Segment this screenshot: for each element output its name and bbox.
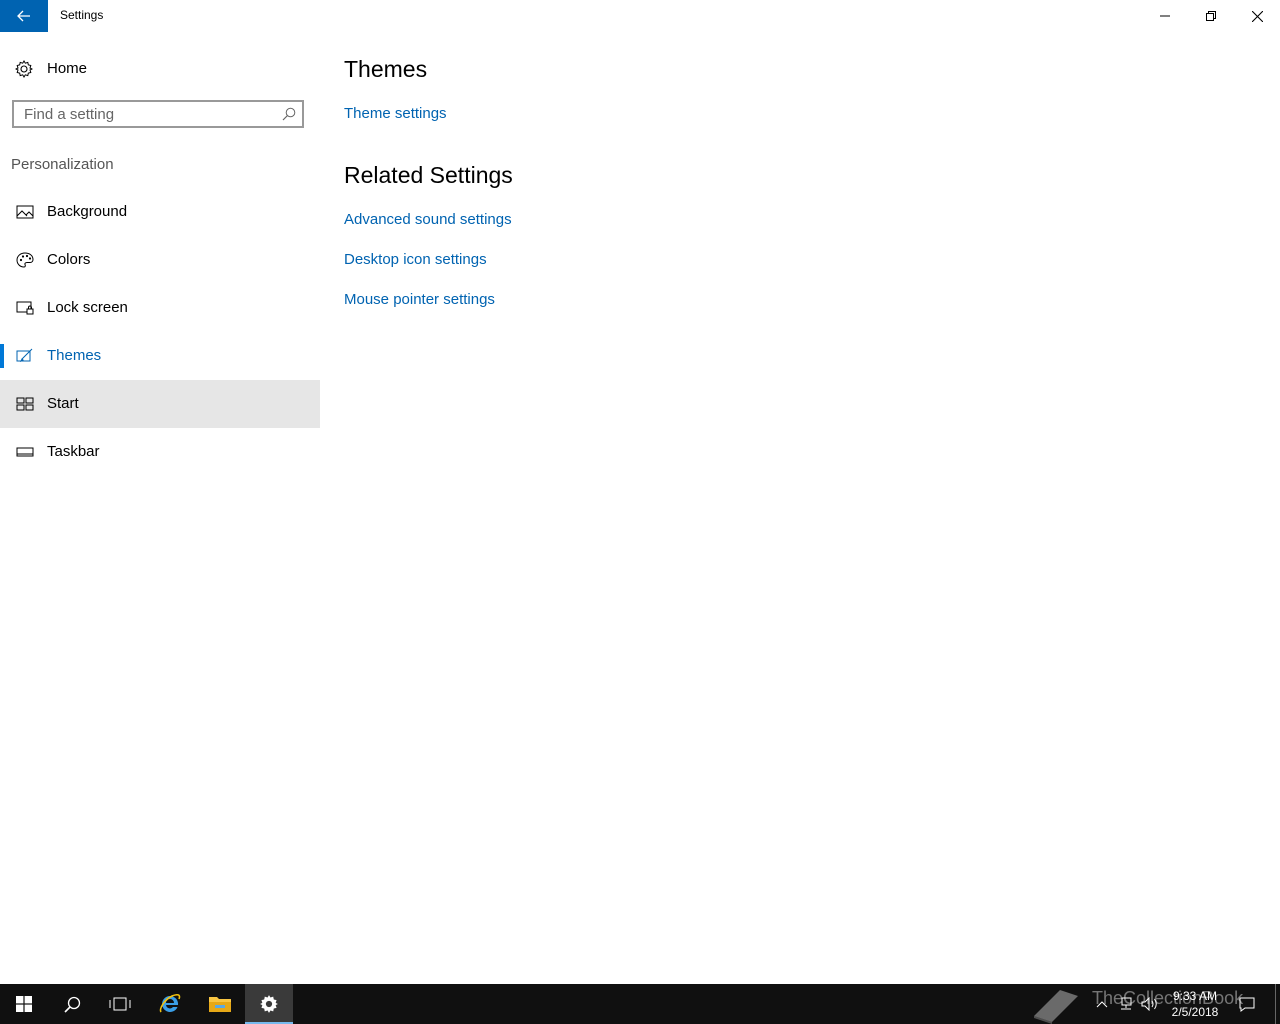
restore-button[interactable]: [1188, 0, 1234, 32]
search-icon: [282, 107, 296, 121]
settings-taskbar-button[interactable]: [245, 984, 293, 1024]
sidebar-item-label: Background: [47, 203, 128, 220]
show-desktop-button[interactable]: [1275, 984, 1276, 1024]
home-nav-item[interactable]: Home: [0, 32, 320, 78]
task-view-icon: [109, 997, 131, 1011]
sidebar-item-background[interactable]: Background: [0, 188, 320, 236]
sidebar-item-lock-screen[interactable]: Lock screen: [0, 284, 320, 332]
restore-icon: [1206, 11, 1216, 21]
close-button[interactable]: [1234, 0, 1280, 32]
back-arrow-icon: [17, 10, 30, 22]
internet-explorer-icon: [159, 993, 181, 1013]
lock-screen-icon: [16, 301, 34, 315]
sidebar-item-colors[interactable]: Colors: [0, 236, 320, 284]
start-tiles-icon: [16, 397, 34, 411]
related-settings-heading: Related Settings: [344, 162, 513, 188]
sidebar: Home Personalization Background Colors L…: [0, 32, 320, 984]
search-icon: [63, 996, 80, 1013]
title-bar: Settings: [0, 0, 1280, 32]
minimize-button[interactable]: [1142, 0, 1188, 32]
start-button[interactable]: [0, 984, 48, 1024]
show-hidden-icons-button[interactable]: [1094, 984, 1110, 1024]
speaker-icon: [1141, 997, 1157, 1011]
brush-icon: [16, 348, 33, 363]
picture-icon: [16, 205, 34, 219]
search-input[interactable]: [14, 102, 284, 126]
back-button[interactable]: [0, 0, 48, 32]
gear-icon: [15, 60, 33, 78]
active-indicator: [0, 344, 4, 368]
sidebar-item-label: Start: [47, 395, 79, 412]
clock-date: 2/5/2018: [1171, 1005, 1219, 1019]
advanced-sound-settings-link[interactable]: Advanced sound settings: [344, 211, 512, 228]
sidebar-item-label: Themes: [47, 347, 102, 364]
home-label: Home: [47, 60, 88, 77]
minimize-icon: [1160, 15, 1170, 17]
window-title: Settings: [60, 8, 104, 22]
sidebar-item-label: Taskbar: [47, 443, 100, 460]
book-watermark-icon: [1034, 990, 1078, 1024]
taskbar-icon: [16, 447, 34, 457]
action-center-button[interactable]: [1236, 984, 1258, 1024]
search-box[interactable]: [12, 100, 304, 128]
task-view-button[interactable]: [96, 984, 144, 1024]
folder-icon: [209, 997, 231, 1012]
volume-button[interactable]: [1140, 984, 1160, 1024]
close-icon: [1251, 10, 1263, 22]
chevron-up-icon: [1096, 1001, 1108, 1008]
sidebar-item-taskbar[interactable]: Taskbar: [0, 428, 320, 476]
palette-icon: [16, 252, 34, 268]
theme-settings-link[interactable]: Theme settings: [344, 105, 447, 122]
sidebar-item-start[interactable]: Start: [0, 380, 320, 428]
sidebar-item-themes[interactable]: Themes: [0, 332, 320, 380]
notification-icon: [1239, 997, 1255, 1012]
windows-logo-icon: [16, 996, 32, 1012]
mouse-pointer-settings-link[interactable]: Mouse pointer settings: [344, 291, 495, 308]
themes-heading: Themes: [344, 56, 428, 82]
network-button[interactable]: [1116, 984, 1136, 1024]
section-title: Personalization: [11, 156, 114, 173]
sidebar-item-label: Lock screen: [47, 299, 128, 316]
clock[interactable]: 9:33 AM 2/5/2018: [1160, 988, 1230, 1020]
file-explorer-button[interactable]: [196, 984, 244, 1024]
clock-time: 9:33 AM: [1172, 989, 1218, 1003]
internet-explorer-button[interactable]: [146, 984, 194, 1024]
network-icon: [1121, 997, 1132, 1010]
gear-icon: [260, 995, 278, 1013]
search-button[interactable]: [48, 984, 96, 1024]
taskbar: TheCollectionBook 9:33 AM 2/5/2018: [0, 984, 1280, 1024]
desktop-icon-settings-link[interactable]: Desktop icon settings: [344, 251, 487, 268]
sidebar-item-label: Colors: [47, 251, 91, 268]
